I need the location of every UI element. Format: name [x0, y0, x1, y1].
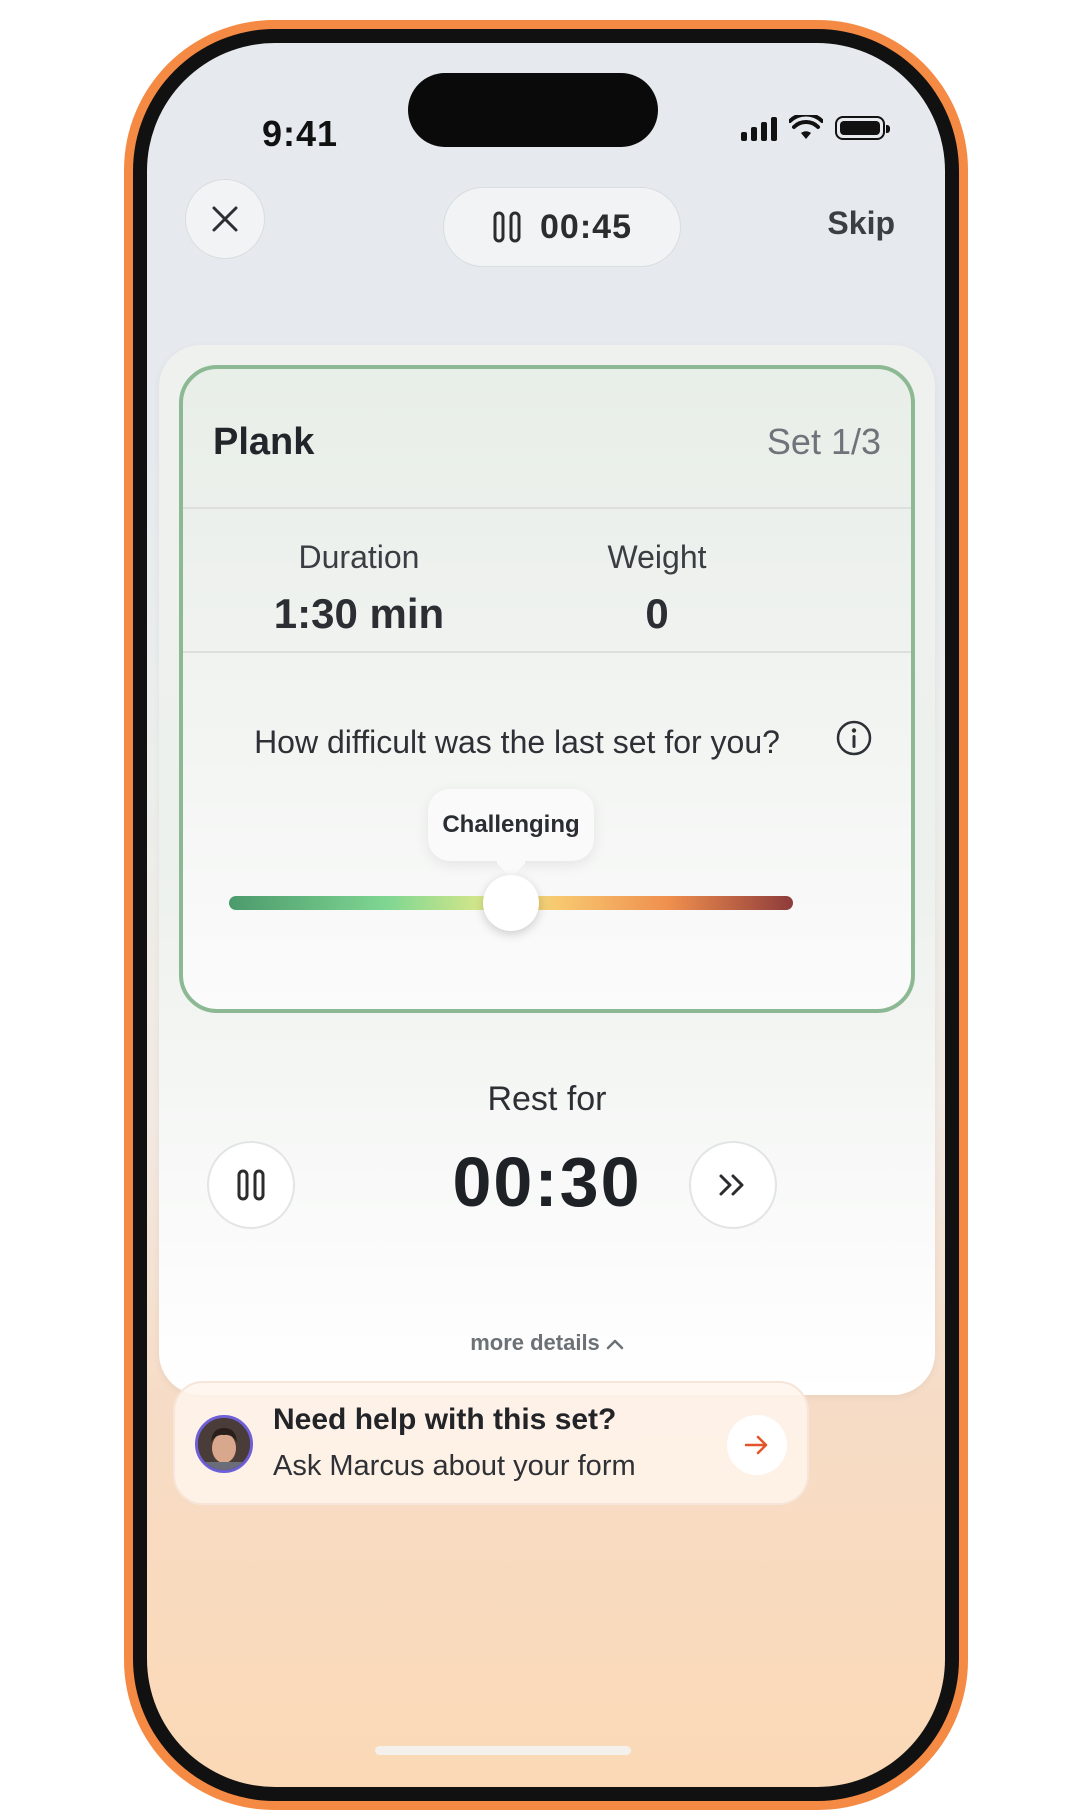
more-details-toggle[interactable]: more details: [159, 1330, 935, 1356]
difficulty-question: How difficult was the last set for you?: [254, 724, 780, 760]
weight-value: 0: [645, 590, 669, 637]
skip-button[interactable]: Skip: [827, 205, 895, 242]
close-button[interactable]: [185, 179, 265, 259]
battery-icon: [835, 116, 890, 140]
chevron-up-icon: [606, 1339, 624, 1350]
divider: [183, 507, 911, 509]
ask-coach-button[interactable]: [727, 1415, 787, 1475]
set-feedback-panel: Plank Set 1/3 Duration 1:30 min Weight 0…: [179, 365, 915, 1013]
set-counter: Set 1/3: [766, 421, 881, 462]
pause-icon: [493, 211, 521, 243]
difficulty-tooltip: Challenging: [428, 789, 594, 861]
help-title: Need help with this set?: [273, 1403, 617, 1436]
weight-label: Weight: [607, 539, 707, 575]
app-screen: 9:41 00:45 Skip Plank Set 1/3 Duration 1…: [147, 43, 945, 1787]
duration-label: Duration: [298, 539, 420, 575]
avatar: [195, 1415, 253, 1473]
pause-icon: [237, 1169, 265, 1201]
pause-rest-button[interactable]: [207, 1141, 295, 1229]
divider: [183, 651, 911, 653]
difficulty-slider-thumb[interactable]: [483, 875, 539, 931]
help-card[interactable]: Need help with this set? Ask Marcus abou…: [173, 1381, 809, 1505]
exercise-card: Plank Set 1/3 Duration 1:30 min Weight 0…: [159, 345, 935, 1395]
fast-forward-icon: [719, 1174, 744, 1196]
exercise-name: Plank: [213, 421, 315, 463]
dynamic-island: [408, 73, 658, 147]
phone-bezel: 9:41 00:45 Skip Plank Set 1/3 Duration 1…: [133, 29, 959, 1801]
wifi-icon: [789, 115, 823, 139]
duration-value: 1:30 min: [273, 590, 445, 637]
home-indicator[interactable]: [375, 1746, 631, 1755]
status-bar: 9:41: [147, 43, 945, 173]
rest-label: Rest for: [487, 1080, 607, 1118]
status-time: 9:41: [262, 113, 339, 154]
duration-stat: Duration 1:30 min: [229, 539, 489, 638]
info-icon[interactable]: [835, 719, 873, 757]
status-icons: [741, 115, 890, 141]
arrow-right-icon: [744, 1435, 768, 1455]
phone-frame: 9:41 00:45 Skip Plank Set 1/3 Duration 1…: [124, 20, 968, 1810]
help-subtitle: Ask Marcus about your form: [273, 1450, 636, 1482]
workout-timer: 00:45: [540, 207, 632, 246]
cellular-signal-icon: [741, 115, 777, 141]
more-details-label: more details: [470, 1330, 600, 1355]
workout-timer-pill[interactable]: 00:45: [443, 187, 681, 267]
close-icon: [212, 206, 238, 232]
weight-stat: Weight 0: [527, 539, 787, 638]
skip-rest-button[interactable]: [689, 1141, 777, 1229]
